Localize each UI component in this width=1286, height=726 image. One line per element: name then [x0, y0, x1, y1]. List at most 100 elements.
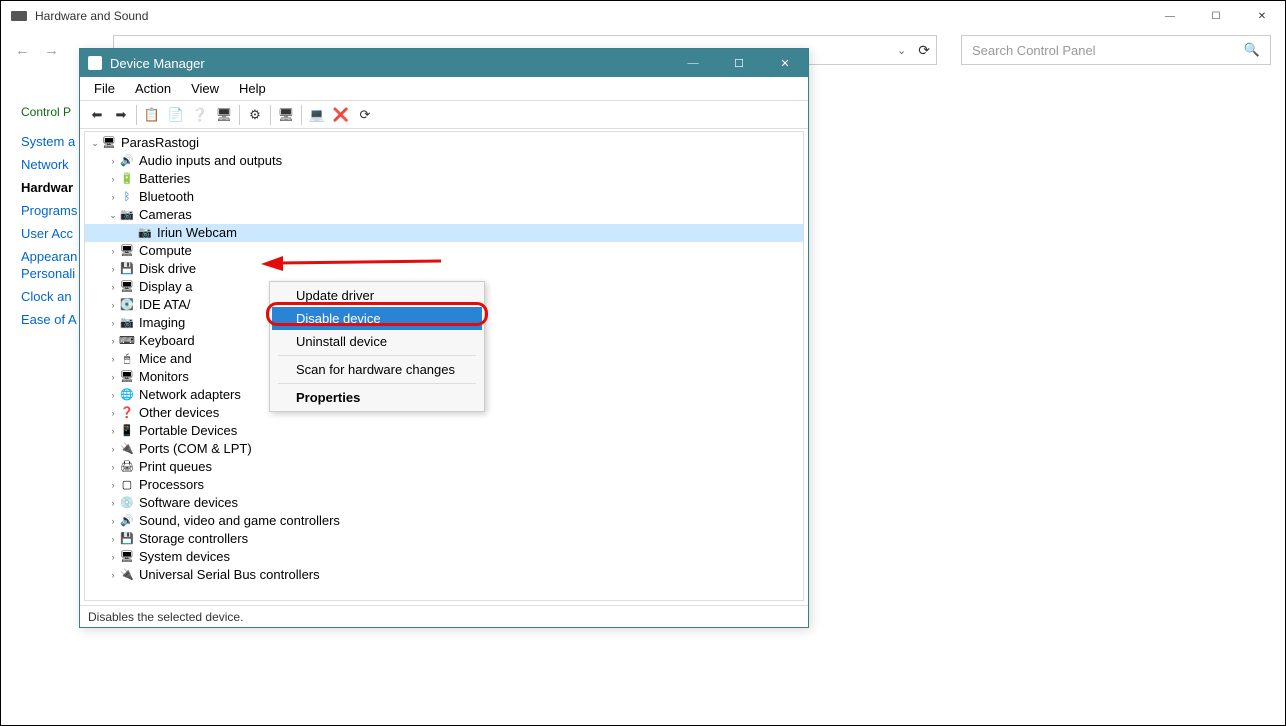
tree-label: Software devices [139, 494, 238, 512]
menu-action[interactable]: Action [127, 79, 179, 98]
expand-arrow-icon[interactable]: › [107, 458, 119, 476]
expand-arrow-icon[interactable]: › [107, 170, 119, 188]
expand-arrow-icon[interactable]: ⌄ [89, 134, 101, 152]
menu-view[interactable]: View [183, 79, 227, 98]
device-icon: 🖥 [119, 370, 135, 384]
expand-arrow-icon[interactable]: › [107, 314, 119, 332]
expand-arrow-icon[interactable]: › [107, 152, 119, 170]
back-arrow-icon[interactable]: ← [15, 42, 30, 59]
tree-label: Batteries [139, 170, 190, 188]
tree-label: IDE ATA/ [139, 296, 191, 314]
device-icon: 🖥 [119, 244, 135, 258]
ctx-properties[interactable]: Properties [272, 386, 482, 409]
tree-category-batteries[interactable]: ›🔋Batteries [85, 170, 803, 188]
tb-pc-icon[interactable]: 💻 [306, 104, 328, 126]
forward-arrow-icon[interactable]: → [44, 42, 59, 59]
ctx-update-driver[interactable]: Update driver [272, 284, 482, 307]
expand-arrow-icon[interactable]: ⌄ [107, 206, 119, 224]
device-icon: 🖥 [119, 550, 135, 564]
expand-arrow-icon[interactable]: › [107, 476, 119, 494]
tree-root[interactable]: ⌄🖥 ParasRastogi [85, 134, 803, 152]
expand-arrow-icon[interactable]: › [107, 404, 119, 422]
tb-delete-icon[interactable]: ❌ [330, 104, 352, 126]
tree-label: Network adapters [139, 386, 241, 404]
bg-minimize-button[interactable]: — [1147, 1, 1193, 31]
expand-arrow-icon[interactable]: › [107, 188, 119, 206]
tree-category-universalserialbuscontrollers[interactable]: ›🔌Universal Serial Bus controllers [85, 566, 803, 584]
tree-category-diskdrive[interactable]: ›💾Disk drive [85, 260, 803, 278]
tree-category-cameras[interactable]: ⌄📷Cameras [85, 206, 803, 224]
tb-props-icon[interactable]: 📋 [141, 104, 163, 126]
tree-label: ParasRastogi [121, 134, 199, 152]
expand-arrow-icon[interactable]: › [107, 332, 119, 350]
device-icon: ᛒ [119, 190, 135, 204]
expand-arrow-icon[interactable]: › [107, 440, 119, 458]
menu-file[interactable]: File [86, 79, 123, 98]
expand-arrow-icon[interactable]: › [107, 530, 119, 548]
tb-gear-icon[interactable]: ⚙ [244, 104, 266, 126]
device-icon: 💽 [119, 298, 135, 312]
tree-category-storagecontrollers[interactable]: ›💾Storage controllers [85, 530, 803, 548]
ctx-disable-device[interactable]: Disable device [272, 307, 482, 330]
ctx-scan-for-hardware-changes[interactable]: Scan for hardware changes [272, 358, 482, 381]
search-icon[interactable]: 🔍 [1244, 42, 1260, 58]
tb-forward-icon[interactable]: ➡ [110, 104, 132, 126]
search-box[interactable]: Search Control Panel 🔍 [961, 35, 1271, 65]
menu-help[interactable]: Help [231, 79, 274, 98]
device-icon: 🔊 [119, 514, 135, 528]
device-icon: 🖥 [101, 136, 117, 150]
expand-arrow-icon[interactable]: › [107, 350, 119, 368]
tree-category-soundvideoandgamecontrollers[interactable]: ›🔊Sound, video and game controllers [85, 512, 803, 530]
expand-arrow-icon[interactable]: › [107, 260, 119, 278]
expand-arrow-icon[interactable]: › [107, 566, 119, 584]
tb-monitor-icon[interactable]: 🖥 [275, 104, 297, 126]
tb-refresh-icon[interactable]: ⟳ [354, 104, 376, 126]
tree-label: Keyboard [139, 332, 195, 350]
bg-maximize-button[interactable]: ☐ [1193, 1, 1239, 31]
tb-help-icon[interactable]: ❔ [189, 104, 211, 126]
tree-category-audioinputsandoutputs[interactable]: ›🔊 Audio inputs and outputs [85, 152, 803, 170]
tb-sep [136, 105, 137, 125]
tree-category-bluetooth[interactable]: ›ᛒBluetooth [85, 188, 803, 206]
context-menu: Update driverDisable deviceUninstall dev… [269, 281, 485, 412]
tree-label: Iriun Webcam [157, 224, 237, 242]
ctx-uninstall-device[interactable]: Uninstall device [272, 330, 482, 353]
device-icon: 🔌 [119, 442, 135, 456]
device-icon: 📷 [119, 316, 135, 330]
tree-category-compute[interactable]: ›🖥Compute [85, 242, 803, 260]
refresh-icon[interactable]: ⟳ [918, 42, 930, 59]
expand-arrow-icon[interactable]: › [107, 512, 119, 530]
address-dropdown-icon[interactable]: ⌄ [897, 44, 906, 57]
expand-arrow-icon[interactable]: › [107, 296, 119, 314]
tree-category-softwaredevices[interactable]: ›💿Software devices [85, 494, 803, 512]
expand-arrow-icon[interactable]: › [107, 368, 119, 386]
bg-close-button[interactable]: ✕ [1239, 1, 1285, 31]
dm-menu-bar: File Action View Help [80, 77, 808, 101]
control-panel-icon [11, 11, 27, 21]
tree-device-iriunwebcam[interactable]: 📷Iriun Webcam [85, 224, 803, 242]
expand-arrow-icon[interactable]: › [107, 386, 119, 404]
expand-arrow-icon[interactable]: › [107, 548, 119, 566]
device-icon: 📷 [119, 208, 135, 222]
tree-category-portscomlpt[interactable]: ›🔌Ports (COM & LPT) [85, 440, 803, 458]
tree-label: Display a [139, 278, 192, 296]
tree-label: Portable Devices [139, 422, 237, 440]
expand-arrow-icon[interactable]: › [107, 242, 119, 260]
tree-category-printqueues[interactable]: ›🖨Print queues [85, 458, 803, 476]
tb-sep [239, 105, 240, 125]
tree-category-processors[interactable]: ›▢Processors [85, 476, 803, 494]
tree-label: Storage controllers [139, 530, 248, 548]
tree-category-portabledevices[interactable]: ›📱Portable Devices [85, 422, 803, 440]
expand-arrow-icon[interactable]: › [107, 278, 119, 296]
expand-arrow-icon[interactable]: › [107, 422, 119, 440]
dm-close-button[interactable]: ✕ [762, 49, 808, 77]
tb-back-icon[interactable]: ⬅ [86, 104, 108, 126]
expand-arrow-icon[interactable]: › [107, 494, 119, 512]
tb-page-icon[interactable]: 📄 [165, 104, 187, 126]
tb-screen-icon[interactable]: 🖥 [213, 104, 235, 126]
tree-category-systemdevices[interactable]: ›🖥System devices [85, 548, 803, 566]
dm-maximize-button[interactable]: ☐ [716, 49, 762, 77]
tree-label: Audio inputs and outputs [139, 152, 282, 170]
device-icon: 🔊 [119, 154, 135, 168]
dm-minimize-button[interactable]: — [670, 49, 716, 77]
